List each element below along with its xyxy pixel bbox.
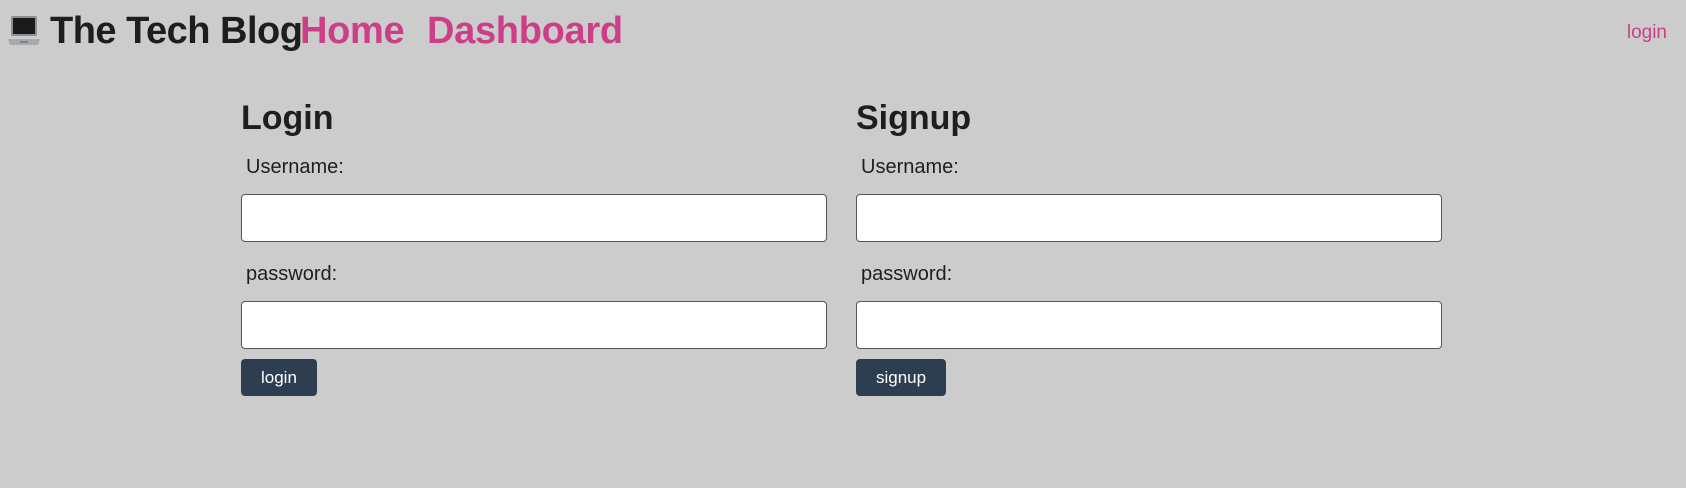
login-username-label: Username: xyxy=(246,156,344,178)
signup-form: Signup Username: password: signup xyxy=(856,96,1442,396)
login-password-input[interactable] xyxy=(241,301,827,349)
header-login-link[interactable]: login xyxy=(1627,22,1667,44)
signup-username-label: Username: xyxy=(861,156,959,178)
site-header: The Tech Blog Home Dashboard login xyxy=(0,0,1686,68)
login-form: Login Username: password: login xyxy=(241,96,827,396)
login-button[interactable]: login xyxy=(241,359,317,396)
login-password-label: password: xyxy=(246,263,338,285)
signup-password-label: password: xyxy=(861,263,953,285)
login-heading: Login xyxy=(241,99,334,137)
site-title: The Tech Blog xyxy=(50,9,303,52)
login-username-input[interactable] xyxy=(241,194,827,242)
signup-password-input[interactable] xyxy=(856,301,1442,349)
nav-home-link[interactable]: Home xyxy=(300,10,405,53)
signup-button[interactable]: signup xyxy=(856,359,947,396)
nav-dashboard-link[interactable]: Dashboard xyxy=(427,10,623,53)
signup-username-input[interactable] xyxy=(856,194,1442,242)
brand: The Tech Blog xyxy=(6,8,303,54)
laptop-icon xyxy=(6,13,42,49)
signup-heading: Signup xyxy=(856,99,972,137)
